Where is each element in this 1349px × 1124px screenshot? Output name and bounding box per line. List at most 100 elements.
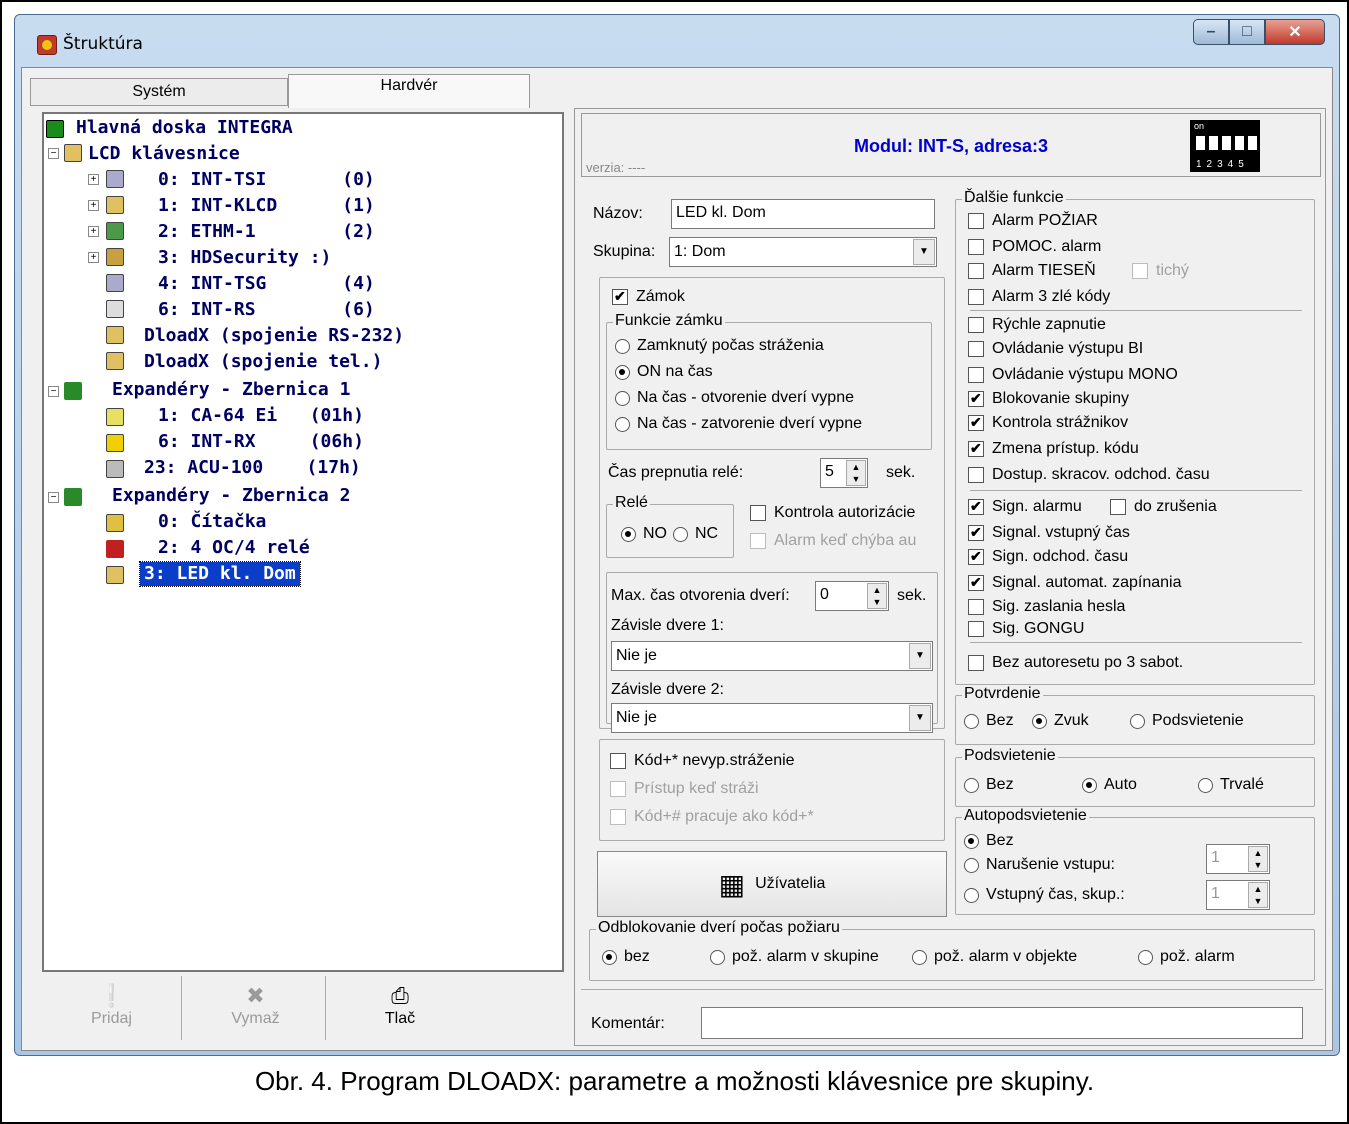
access-armed-checkbox[interactable]: Prístup keď stráži [610, 778, 759, 800]
aux-alarm-checkbox[interactable]: POMOC. alarm [968, 236, 1101, 258]
minimize-button[interactable]: – [1193, 19, 1229, 45]
auto-arm-signal-checkbox[interactable]: Signal. automat. zapínania [968, 571, 1181, 594]
confirm-none-radio[interactable]: Bez [964, 710, 1014, 732]
tree-item-expanders-bus1[interactable]: Expandéry - Zbernica 1 [112, 378, 350, 402]
tab-hardware[interactable]: Hardvér [288, 74, 530, 108]
name-field[interactable]: LED kl. Dom [671, 199, 935, 229]
fire-object-radio[interactable]: pož. alarm v objekte [912, 946, 1077, 968]
tree-item[interactable]: DloadX (spojenie RS-232) [144, 324, 404, 348]
receiver-icon [106, 434, 124, 452]
dep-door2-select[interactable]: Nie je ▼ [611, 703, 933, 733]
tree-item-mainboard[interactable]: Hlavná doska INTEGRA [76, 116, 293, 140]
auth-control-checkbox[interactable]: Kontrola autorizácie [750, 502, 915, 524]
sign-alarm-checkbox[interactable]: Sign. alarmu [968, 495, 1082, 518]
chime-signal-checkbox[interactable]: Sig. GONGU [968, 618, 1084, 640]
expand-icon[interactable]: + [88, 252, 99, 263]
entry-time-signal-checkbox[interactable]: Signal. vstupný čas [968, 521, 1130, 544]
collapse-icon[interactable]: − [48, 386, 59, 397]
tree-item[interactable]: 6: INT-RX (06h) [158, 430, 364, 454]
separator [970, 490, 1302, 491]
delete-button[interactable]: ✖ Vymaž [186, 976, 326, 1040]
code-change-checkbox[interactable]: Zmena prístup. kódu [968, 437, 1139, 460]
password-signal-checkbox[interactable]: Sig. zaslania hesla [968, 596, 1125, 618]
silent-checkbox[interactable]: tichý [1132, 260, 1189, 282]
tree-item[interactable]: 0: INT-TSI (0) [158, 168, 375, 192]
expand-icon[interactable]: + [88, 226, 99, 237]
relay-nc-radio[interactable]: NC [673, 523, 718, 545]
confirm-sound-radio[interactable]: Zvuk [1032, 710, 1089, 732]
auto-backlight-zone-radio[interactable]: Narušenie vstupu: [964, 854, 1115, 876]
code-star-checkbox[interactable]: Kód+* nevyp.stráženie [610, 750, 795, 772]
maximize-button[interactable]: □ [1229, 19, 1265, 45]
relay-no-radio[interactable]: NO [621, 523, 667, 545]
tree-item[interactable]: 2: 4 OC/4 relé [158, 536, 310, 560]
collapse-icon[interactable]: − [48, 148, 59, 159]
auto-backlight-entry-radio[interactable]: Vstupný čas, skup.: [964, 884, 1125, 906]
users-button[interactable]: ▦ Užívatelia [597, 851, 947, 917]
backlight-permanent-radio[interactable]: Trvalé [1198, 774, 1264, 796]
tree-item[interactable]: 2: ETHM-1 (2) [158, 220, 375, 244]
sek-label: sek. [897, 587, 927, 604]
group-select[interactable]: 1: Dom ▼ [669, 237, 937, 267]
keypad-icon [106, 196, 124, 214]
fire-any-radio[interactable]: pož. alarm [1138, 946, 1235, 968]
tree-item[interactable]: 23: ACU-100 (17h) [144, 456, 361, 480]
zone-spinner[interactable]: 1 ▲ ▼ [1206, 844, 1270, 874]
lock-functions-group: Funkcie zámku Zamknutý počas stráženia O… [606, 312, 932, 450]
fire-none-radio[interactable]: bez [602, 946, 650, 968]
tree-item[interactable]: 0: Čítačka [158, 510, 266, 534]
spinner-arrows-icon[interactable]: ▲ ▼ [846, 460, 866, 486]
collapse-icon[interactable]: − [48, 492, 59, 503]
print-button[interactable]: ⎙ Tlač [330, 976, 470, 1040]
tree-item[interactable]: 6: INT-RS (6) [158, 298, 375, 322]
tab-system[interactable]: Systém [30, 78, 288, 106]
lock-opt-close-off[interactable]: Na čas - zatvorenie dverí vypne [615, 413, 862, 435]
lock-opt-open-off[interactable]: Na čas - otvorenie dverí vypne [615, 387, 854, 409]
until-cancel-checkbox[interactable]: do zrušenia [1110, 496, 1217, 518]
no-autoreset-checkbox[interactable]: Bez autoresetu po 3 sabot. [968, 652, 1183, 674]
lock-checkbox[interactable]: Zámok [612, 285, 685, 308]
tree-item[interactable]: DloadX (spojenie tel.) [144, 350, 382, 374]
fire-group-radio[interactable]: pož. alarm v skupine [710, 946, 879, 968]
exit-time-signal-checkbox[interactable]: Sign. odchod. času [968, 545, 1128, 568]
auto-backlight-none-radio[interactable]: Bez [964, 830, 1014, 852]
group-block-checkbox[interactable]: Blokovanie skupiny [968, 387, 1129, 410]
lock-opt-armed[interactable]: Zamknutý počas stráženia [615, 335, 824, 357]
close-button[interactable]: ✕ [1265, 19, 1325, 45]
lock-opt-on-time[interactable]: ON na čas [615, 361, 713, 383]
relay-time-value: 5 [825, 463, 834, 480]
exit-time-shorten-checkbox[interactable]: Dostup. skracov. odchod. času [968, 464, 1210, 486]
comment-field[interactable] [701, 1007, 1303, 1039]
panic-alarm-checkbox[interactable]: Alarm TIESEŇ [968, 260, 1096, 282]
max-door-spinner[interactable]: 0 ▲ ▼ [815, 581, 889, 611]
spinner-arrows-icon[interactable]: ▲ ▼ [1248, 846, 1268, 872]
code-hash-checkbox[interactable]: Kód+# pracuje ako kód+* [610, 806, 814, 828]
tree-item-expanders-bus2[interactable]: Expandéry - Zbernica 2 [112, 484, 350, 508]
backlight-auto-radio[interactable]: Auto [1082, 774, 1137, 796]
alarm-missing-checkbox[interactable]: Alarm keď chýba au [750, 530, 916, 552]
window-controls: – □ ✕ [1193, 19, 1325, 45]
bi-output-checkbox[interactable]: Ovládanie výstupu BI [968, 338, 1143, 360]
guard-control-checkbox[interactable]: Kontrola strážnikov [968, 411, 1128, 434]
tree-item[interactable]: 4: INT-TSG (4) [158, 272, 375, 296]
group-spinner[interactable]: 1 ▲ ▼ [1206, 880, 1270, 910]
spinner-arrows-icon[interactable]: ▲ ▼ [1248, 882, 1268, 908]
confirm-backlight-radio[interactable]: Podsvietenie [1130, 710, 1244, 732]
backlight-none-radio[interactable]: Bez [964, 774, 1014, 796]
add-button[interactable]: ❕ Pridaj [42, 976, 182, 1040]
mono-output-checkbox[interactable]: Ovládanie výstupu MONO [968, 364, 1178, 386]
expand-icon[interactable]: + [88, 174, 99, 185]
figure-caption: Obr. 4. Program DLOADX: parametre a možn… [254, 1066, 1095, 1096]
fire-alarm-checkbox[interactable]: Alarm POŽIAR [968, 210, 1098, 232]
tree-item[interactable]: 1: CA-64 Ei (01h) [158, 404, 364, 428]
tree-item[interactable]: 1: INT-KLCD (1) [158, 194, 375, 218]
relay-time-spinner[interactable]: 5 ▲ ▼ [820, 458, 868, 488]
spinner-arrows-icon[interactable]: ▲ ▼ [867, 583, 887, 609]
tree-item[interactable]: 3: HDSecurity :) [158, 246, 331, 270]
dep-door1-select[interactable]: Nie je ▼ [611, 641, 933, 671]
bad-codes-checkbox[interactable]: Alarm 3 zlé kódy [968, 286, 1110, 308]
expand-icon[interactable]: + [88, 200, 99, 211]
tree-item-selected[interactable]: 3: LED kl. Dom [139, 561, 301, 587]
quick-arm-checkbox[interactable]: Rýchle zapnutie [968, 314, 1106, 336]
tree-item-lcd-keypads[interactable]: LCD klávesnice [88, 142, 240, 166]
